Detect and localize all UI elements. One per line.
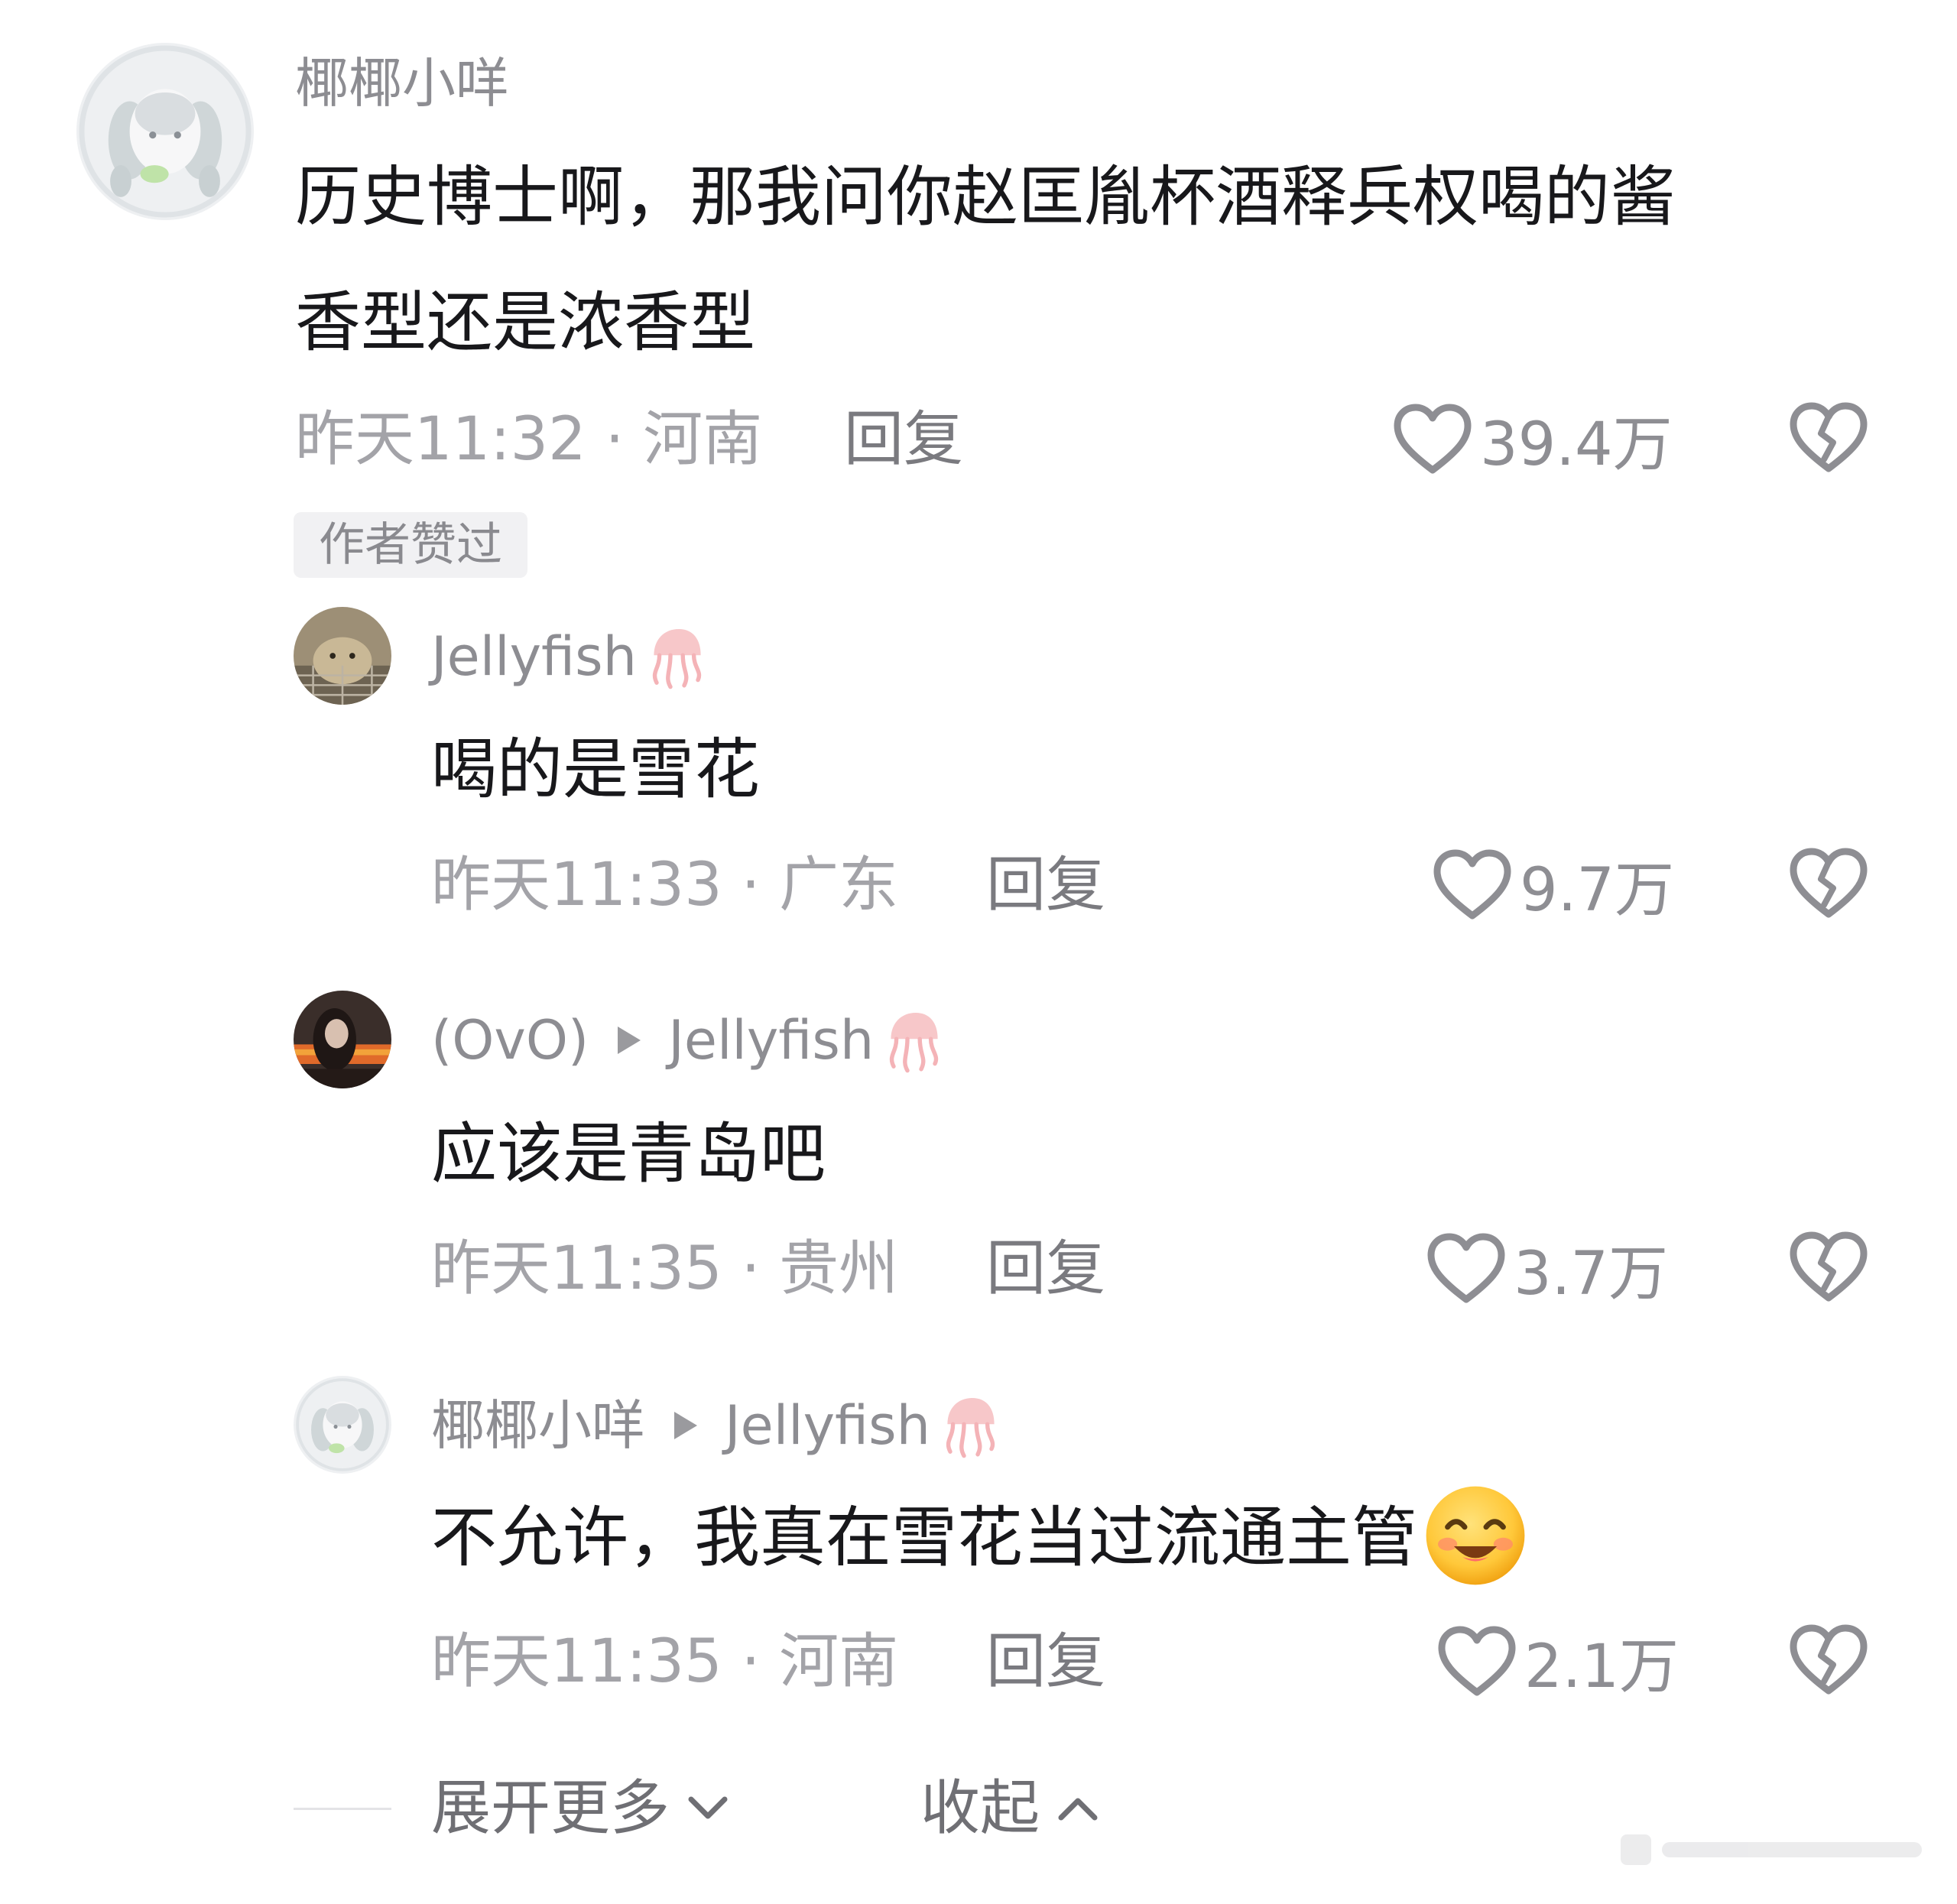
triangle-right-icon [618, 1027, 641, 1054]
reply-button[interactable]: 回复 [986, 1231, 1105, 1307]
jellyfish-emoji [936, 1391, 1005, 1460]
chevron-up-icon [1058, 1798, 1098, 1821]
dislike-button[interactable] [1789, 847, 1868, 920]
dislike-button[interactable] [1789, 401, 1868, 475]
jellyfish-emoji [643, 622, 712, 691]
broken-heart-icon [1790, 402, 1868, 472]
reply-button[interactable]: 回复 [986, 847, 1105, 923]
comment-text-line2: 香型还是浓香型 [295, 284, 755, 361]
heart-outline-icon [1438, 1626, 1516, 1696]
broken-heart-icon [1790, 848, 1868, 918]
watermark-logo [1621, 1834, 1922, 1865]
like-count: 9.7万 [1520, 856, 1675, 925]
heart-outline-icon [1394, 404, 1472, 474]
heart-outline-icon [1427, 1233, 1505, 1303]
divider [294, 1808, 391, 1810]
like-button[interactable]: 9.7万 [1433, 847, 1674, 925]
reply-button[interactable]: 回复 [844, 401, 963, 478]
like-button[interactable]: 39.4万 [1393, 401, 1673, 479]
like-count: 39.4万 [1480, 410, 1673, 479]
expand-more-button[interactable]: 展开更多 [431, 1770, 731, 1847]
reply-username[interactable]: 椰椰小咩 Jellyfish [431, 1391, 1005, 1460]
like-count: 2.1万 [1524, 1633, 1680, 1701]
dislike-button[interactable] [1789, 1231, 1868, 1304]
reply-text: 喝的是雪花 [431, 731, 760, 808]
triangle-right-icon [674, 1412, 697, 1439]
reply-text: 应该是青岛吧 [431, 1116, 826, 1192]
avatar[interactable] [76, 43, 254, 220]
broken-heart-icon [1790, 1231, 1868, 1302]
dislike-button[interactable] [1789, 1623, 1868, 1697]
broken-heart-icon [1790, 1624, 1868, 1695]
avatar[interactable] [294, 991, 391, 1088]
jellyfish-emoji [880, 1006, 949, 1075]
avatar[interactable] [294, 607, 391, 705]
chevron-down-icon [688, 1796, 728, 1819]
comment-thread: 椰椰小咩 历史博士啊，那我问你赵匡胤杯酒释兵权喝的酱 香型还是浓香型 昨天11:… [0, 0, 1957, 1904]
reply-username[interactable]: (OvO) Jellyfish [431, 1006, 949, 1075]
comment-username[interactable]: 椰椰小咩 [295, 49, 509, 118]
reply-meta: 昨天11:35 · 贵州 [431, 1234, 899, 1303]
smiling-face-emoji [1422, 1482, 1529, 1589]
reply-text: 不允许，我真在雪花当过流通主管 [431, 1475, 1529, 1601]
reply-to-username[interactable]: Jellyfish [725, 1391, 930, 1460]
author-liked-badge: 作者赞过 [294, 512, 527, 578]
reply-button[interactable]: 回复 [986, 1623, 1105, 1700]
like-button[interactable]: 3.7万 [1426, 1231, 1668, 1309]
reply-username[interactable]: Jellyfish [431, 622, 712, 691]
comment-meta: 昨天11:32 · 河南 [295, 405, 763, 474]
like-count: 3.7万 [1514, 1240, 1669, 1309]
reply-to-username[interactable]: Jellyfish [668, 1006, 874, 1075]
comment-text: 历史博士啊，那我问你赵匡胤杯酒释兵权喝的酱 [295, 159, 1676, 235]
reply-meta: 昨天11:35 · 河南 [431, 1627, 899, 1696]
collapse-button[interactable]: 收起 [920, 1770, 1101, 1847]
avatar[interactable] [294, 1376, 391, 1474]
like-button[interactable]: 2.1万 [1437, 1623, 1679, 1701]
reply-meta: 昨天11:33 · 广东 [431, 851, 899, 920]
heart-outline-icon [1433, 849, 1511, 920]
